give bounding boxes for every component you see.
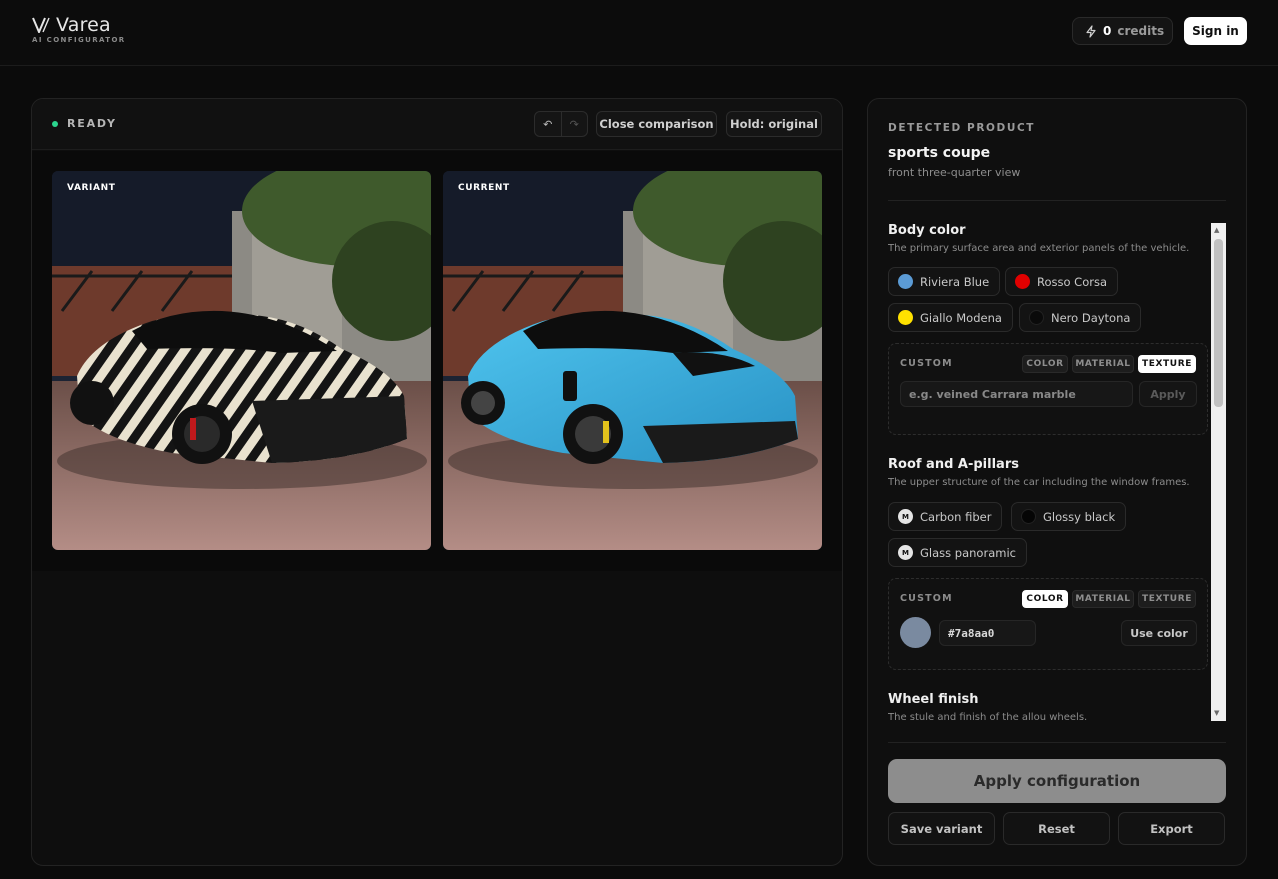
option-nero-daytona[interactable]: Nero Daytona xyxy=(1019,303,1142,332)
option-glossy-black[interactable]: Glossy black xyxy=(1011,502,1127,531)
comparison-stage: VARIANT CURRENT xyxy=(32,151,842,571)
mode-material-tab[interactable]: MATERIAL xyxy=(1072,355,1134,373)
apply-configuration-button[interactable]: Apply configuration xyxy=(888,759,1226,803)
wheel-desc: The stule and finish of the allou wheels… xyxy=(888,712,1088,721)
comparison-viewer: READY ↶ ↷ Close comparison Hold: origina… xyxy=(31,98,843,866)
hex-color-input[interactable]: #7a8aa0 xyxy=(939,620,1036,646)
scroll-thumb[interactable] xyxy=(1214,239,1223,407)
product-name: sports coupe xyxy=(888,145,991,161)
varea-logo-icon xyxy=(32,17,50,33)
viewer-toolbar: READY ↶ ↷ Close comparison Hold: origina… xyxy=(32,99,842,150)
current-label: CURRENT xyxy=(458,183,510,193)
divider xyxy=(888,742,1226,743)
custom-label: CUSTOM xyxy=(900,593,953,604)
option-label: Carbon fiber xyxy=(920,509,992,524)
status-dot xyxy=(52,120,58,127)
option-riviera-blue[interactable]: Riviera Blue xyxy=(888,267,1001,296)
credits-count: 0 xyxy=(1103,24,1112,38)
option-carbon-fiber[interactable]: M Carbon fiber xyxy=(888,502,1003,531)
credits-label: credits xyxy=(1117,24,1165,38)
yellow-swatch-icon xyxy=(898,310,913,325)
brand-subtitle: AI CONFIGURATOR xyxy=(32,36,126,44)
option-label: Glass panoramic xyxy=(920,545,1016,560)
scroll-up-icon[interactable]: ▲ xyxy=(1214,226,1219,234)
option-label: Nero Daytona xyxy=(1051,310,1131,325)
configuration-panel: DETECTED PRODUCT sports coupe front thre… xyxy=(867,98,1247,866)
options-scrollbar[interactable]: ▲ ▼ xyxy=(1211,223,1226,721)
lightning-icon xyxy=(1086,24,1096,38)
history-controls: ↶ ↷ xyxy=(534,111,588,137)
body-color-title: Body color xyxy=(888,223,966,238)
export-button[interactable]: Export xyxy=(1118,812,1225,845)
mode-color-tab[interactable]: COLOR xyxy=(1022,355,1068,373)
scroll-down-icon[interactable]: ▼ xyxy=(1214,709,1219,717)
roof-desc: The upper structure of the car including… xyxy=(888,477,1190,488)
option-label: Riviera Blue xyxy=(920,274,990,289)
brand-name: Varea xyxy=(56,14,111,36)
undo-icon[interactable]: ↶ xyxy=(535,112,561,136)
status-text: READY xyxy=(67,117,117,130)
black-swatch-icon xyxy=(1029,310,1044,325)
options-scroll-area[interactable]: Body color The primary surface area and … xyxy=(888,221,1210,721)
wheel-title: Wheel finish xyxy=(888,692,979,707)
body-custom-box: CUSTOM COLOR MATERIAL TEXTURE e.g. veine… xyxy=(888,343,1208,435)
mode-color-tab[interactable]: COLOR xyxy=(1022,590,1068,608)
use-color-button[interactable]: Use color xyxy=(1121,620,1197,646)
option-label: Rosso Corsa xyxy=(1037,274,1108,289)
material-badge-icon: M xyxy=(898,509,913,524)
variant-label: VARIANT xyxy=(67,183,116,193)
mode-material-tab[interactable]: MATERIAL xyxy=(1072,590,1134,608)
hold-original-button[interactable]: Hold: original xyxy=(726,111,822,137)
roof-custom-box: CUSTOM COLOR MATERIAL TEXTURE #7a8aa0 Us… xyxy=(888,578,1208,670)
redo-icon[interactable]: ↷ xyxy=(560,112,588,136)
black-swatch-icon xyxy=(1021,509,1036,524)
top-bar: Varea AI CONFIGURATOR 0 credits Sign in xyxy=(0,0,1278,66)
credits-badge[interactable]: 0 credits xyxy=(1072,17,1173,45)
reset-button[interactable]: Reset xyxy=(1003,812,1110,845)
texture-input[interactable]: e.g. veined Carrara marble xyxy=(900,381,1133,407)
variant-image[interactable]: VARIANT xyxy=(52,171,431,550)
current-image[interactable]: CURRENT xyxy=(443,171,822,550)
zebra-car-photo xyxy=(52,171,431,550)
option-rosso-corsa[interactable]: Rosso Corsa xyxy=(1005,267,1119,296)
apply-texture-button[interactable]: Apply xyxy=(1139,381,1197,407)
divider xyxy=(888,200,1226,201)
blue-swatch-icon xyxy=(898,274,913,289)
status-indicator: READY xyxy=(52,117,117,130)
red-swatch-icon xyxy=(1015,274,1030,289)
save-variant-button[interactable]: Save variant xyxy=(888,812,995,845)
material-badge-icon: M xyxy=(898,545,913,560)
body-color-desc: The primary surface area and exterior pa… xyxy=(888,243,1190,254)
mode-texture-tab[interactable]: TEXTURE xyxy=(1138,590,1196,608)
roof-title: Roof and A-pillars xyxy=(888,457,1019,472)
option-label: Giallo Modena xyxy=(920,310,1002,325)
custom-label: CUSTOM xyxy=(900,358,953,369)
mode-texture-tab[interactable]: TEXTURE xyxy=(1138,355,1196,373)
blue-car-photo xyxy=(443,171,822,550)
close-comparison-button[interactable]: Close comparison xyxy=(596,111,717,137)
option-label: Glossy black xyxy=(1043,509,1116,524)
option-glass-panoramic[interactable]: M Glass panoramic xyxy=(888,538,1027,567)
option-giallo-modena[interactable]: Giallo Modena xyxy=(888,303,1013,332)
color-picker-swatch[interactable] xyxy=(900,617,931,648)
detected-product-label: DETECTED PRODUCT xyxy=(888,122,1036,134)
sign-in-button[interactable]: Sign in xyxy=(1184,17,1247,45)
product-view: front three-quarter view xyxy=(888,166,1021,179)
